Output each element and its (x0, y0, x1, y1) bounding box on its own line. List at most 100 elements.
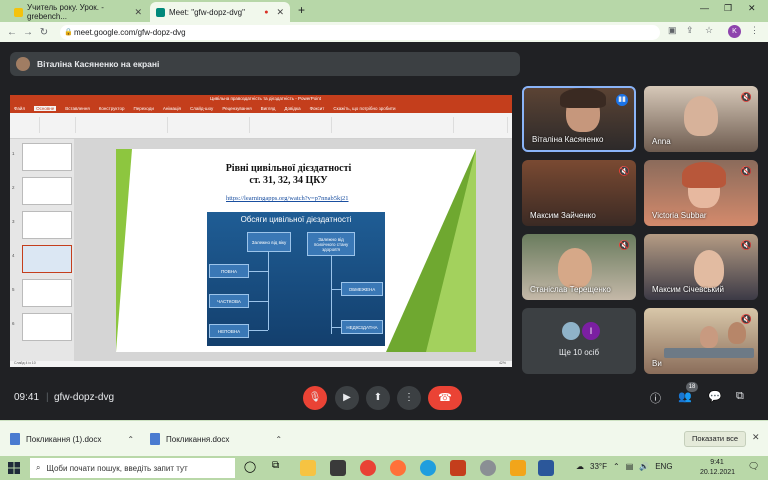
presenting-text: Віталіна Касяненко на екрані (37, 59, 160, 69)
back-icon[interactable]: ← (4, 27, 20, 38)
maximize-icon[interactable]: ❐ (724, 3, 732, 14)
ribbon-tab[interactable]: Слайд-шоу (190, 106, 213, 111)
self-tile[interactable]: 🔇 Ви (644, 308, 758, 374)
editing-group[interactable] (456, 117, 508, 133)
arrange-group[interactable] (334, 117, 454, 133)
tab-meet[interactable]: Meet: "gfw-dopz-dvg" ● ✕ (150, 2, 290, 22)
close-window-icon[interactable]: ✕ (748, 3, 756, 14)
address-bar-row: ← → ↻ 🔒 meet.google.com/gfw-dopz-dvg ▣ ⇪… (0, 22, 768, 42)
drawing-group[interactable] (252, 117, 332, 133)
chrome-profile-icon[interactable] (480, 460, 496, 476)
powerpoint-statusbar: Слайд 4 із 10 42% (10, 361, 512, 367)
language-indicator[interactable]: ENG (655, 462, 672, 471)
close-downloads-icon[interactable]: ✕ (752, 432, 760, 443)
minimize-icon[interactable]: — (700, 3, 709, 13)
app-icon[interactable] (510, 460, 526, 476)
participant-tile[interactable]: 🔇 Victoria Subbar (644, 160, 758, 226)
box-incomplete: НЕПОВНА (209, 324, 249, 338)
zoom-level[interactable]: 42% (499, 361, 506, 365)
powerpoint-icon[interactable] (450, 460, 466, 476)
leave-call-button[interactable]: ☎ (428, 386, 462, 410)
share-icon[interactable]: ⇪ (686, 25, 694, 36)
profile-avatar[interactable]: K (728, 25, 741, 38)
task-view-icon[interactable]: ⧉ (272, 460, 288, 476)
edge-icon[interactable] (420, 460, 436, 476)
bookmark-star-icon[interactable]: ☆ (705, 25, 713, 36)
paragraph-group[interactable] (170, 117, 250, 133)
taskbar-search-input[interactable]: ⌕ Щоби почати пошук, введіть запит тут (30, 458, 235, 478)
ribbon-tab[interactable]: Фоксит (310, 106, 325, 111)
close-tab-icon[interactable]: ✕ (276, 7, 284, 18)
chevron-up-icon[interactable]: ⌃ (275, 435, 282, 444)
ribbon-tab[interactable]: Переходи (133, 106, 153, 111)
slide-title-line1: Рівні цивільної дієздатності (225, 163, 352, 174)
ribbon-tab[interactable]: Анімація (163, 106, 181, 111)
mic-toggle-button[interactable]: 🎙 (303, 386, 327, 410)
slide-thumbnail[interactable] (22, 177, 72, 205)
slide-thumbnail[interactable] (22, 143, 72, 171)
slide-counter: Слайд 4 із 10 (14, 361, 36, 365)
ribbon-tab[interactable]: Файл (14, 106, 25, 111)
ribbon-tab[interactable]: Довідка (284, 106, 300, 111)
participant-tile[interactable]: 🔇 Максим Січевський (644, 234, 758, 300)
ribbon-tab[interactable]: Рецензування (222, 106, 251, 111)
word-icon[interactable] (538, 460, 554, 476)
tab-title: Meet: "gfw-dopz-dvg" (169, 7, 245, 17)
firefox-icon[interactable] (390, 460, 406, 476)
search-icon: ⌕ (36, 463, 41, 472)
show-all-downloads-button[interactable]: Показати все (684, 431, 746, 447)
activities-icon[interactable]: ⧉ (736, 390, 744, 403)
browser-tab-strip: Учитель року. Урок. - grebench... ✕ Meet… (0, 0, 768, 22)
task-view-icon[interactable]: ◯ (242, 460, 258, 476)
chrome-icon[interactable] (360, 460, 376, 476)
info-icon[interactable]: ⓘ (650, 390, 661, 406)
ribbon-tab[interactable]: Вставлення (65, 106, 90, 111)
font-group[interactable] (78, 117, 168, 133)
participant-tile[interactable]: 🔇 Максим Зайченко (522, 160, 636, 226)
new-tab-icon[interactable]: + (298, 3, 305, 17)
network-icon[interactable]: ▤ (626, 462, 634, 471)
tab-uchytel-roku[interactable]: Учитель року. Урок. - grebench... ✕ (8, 2, 148, 22)
diagram-title: Обсяги цивільної дієздатності (240, 215, 352, 224)
ribbon-search[interactable]: Скажіть, що потрібно зробити (333, 106, 395, 111)
slides-group[interactable] (42, 117, 76, 133)
more-people-label: Ще 10 осіб (558, 348, 600, 357)
weather-icon: ☁ (576, 462, 584, 471)
ribbon-tab[interactable]: Основне (34, 106, 57, 111)
slide-thumbnail[interactable] (22, 211, 72, 239)
participant-tile[interactable]: 🔇 Anna (644, 86, 758, 152)
slide-thumbnail-selected[interactable] (22, 245, 72, 273)
slide-link[interactable]: https://learningapps.org/watch?v=p7nnab5… (226, 195, 349, 202)
download-item[interactable]: Покликання (1).docx ⌃ (10, 427, 134, 451)
forward-icon[interactable]: → (20, 27, 36, 38)
windows-start-icon[interactable] (8, 462, 20, 474)
downloads-bar: Покликання (1).docx ⌃ Покликання.docx ⌃ … (0, 420, 768, 456)
chevron-up-icon[interactable]: ⌃ (127, 435, 134, 444)
ribbon-tab[interactable]: Вигляд (261, 106, 276, 111)
chat-icon[interactable]: 💬 (708, 390, 722, 403)
download-item[interactable]: Покликання.docx ⌃ (150, 427, 282, 451)
reload-icon[interactable]: ↻ (36, 27, 52, 38)
volume-icon[interactable]: 🔊 (639, 462, 649, 471)
camera-icon[interactable]: ▣ (668, 25, 677, 36)
taskbar-clock[interactable]: 9:41 20.12.2021 (700, 458, 735, 478)
slide-thumbnail[interactable] (22, 313, 72, 341)
file-explorer-icon[interactable] (300, 460, 316, 476)
more-options-button[interactable]: ⋮ (397, 386, 421, 410)
store-icon[interactable] (330, 460, 346, 476)
clipboard-group[interactable] (12, 117, 40, 133)
participant-tile[interactable]: ▮▮ Віталіна Касяненко (522, 86, 636, 152)
present-screen-button[interactable]: ⬆ (366, 386, 390, 410)
tray-arrow-icon[interactable]: ⌃ (613, 462, 620, 471)
menu-dots-icon[interactable]: ⋮ (750, 25, 759, 36)
ribbon-tab[interactable]: Конструктор (99, 106, 125, 111)
camera-toggle-button[interactable]: ▶ (335, 386, 359, 410)
lock-icon: 🔒 (64, 29, 73, 36)
notifications-icon[interactable]: 🗨 (748, 461, 759, 472)
participant-tile[interactable]: 🔇 Станіслав Терещенко (522, 234, 636, 300)
slide-thumbnail[interactable] (22, 279, 72, 307)
url-input[interactable]: 🔒 meet.google.com/gfw-dopz-dvg (60, 25, 660, 40)
more-participants-tile[interactable]: I Ще 10 осіб (522, 308, 636, 374)
box-by-age: Залежно від віку (247, 232, 291, 252)
close-tab-icon[interactable]: ✕ (134, 7, 142, 18)
